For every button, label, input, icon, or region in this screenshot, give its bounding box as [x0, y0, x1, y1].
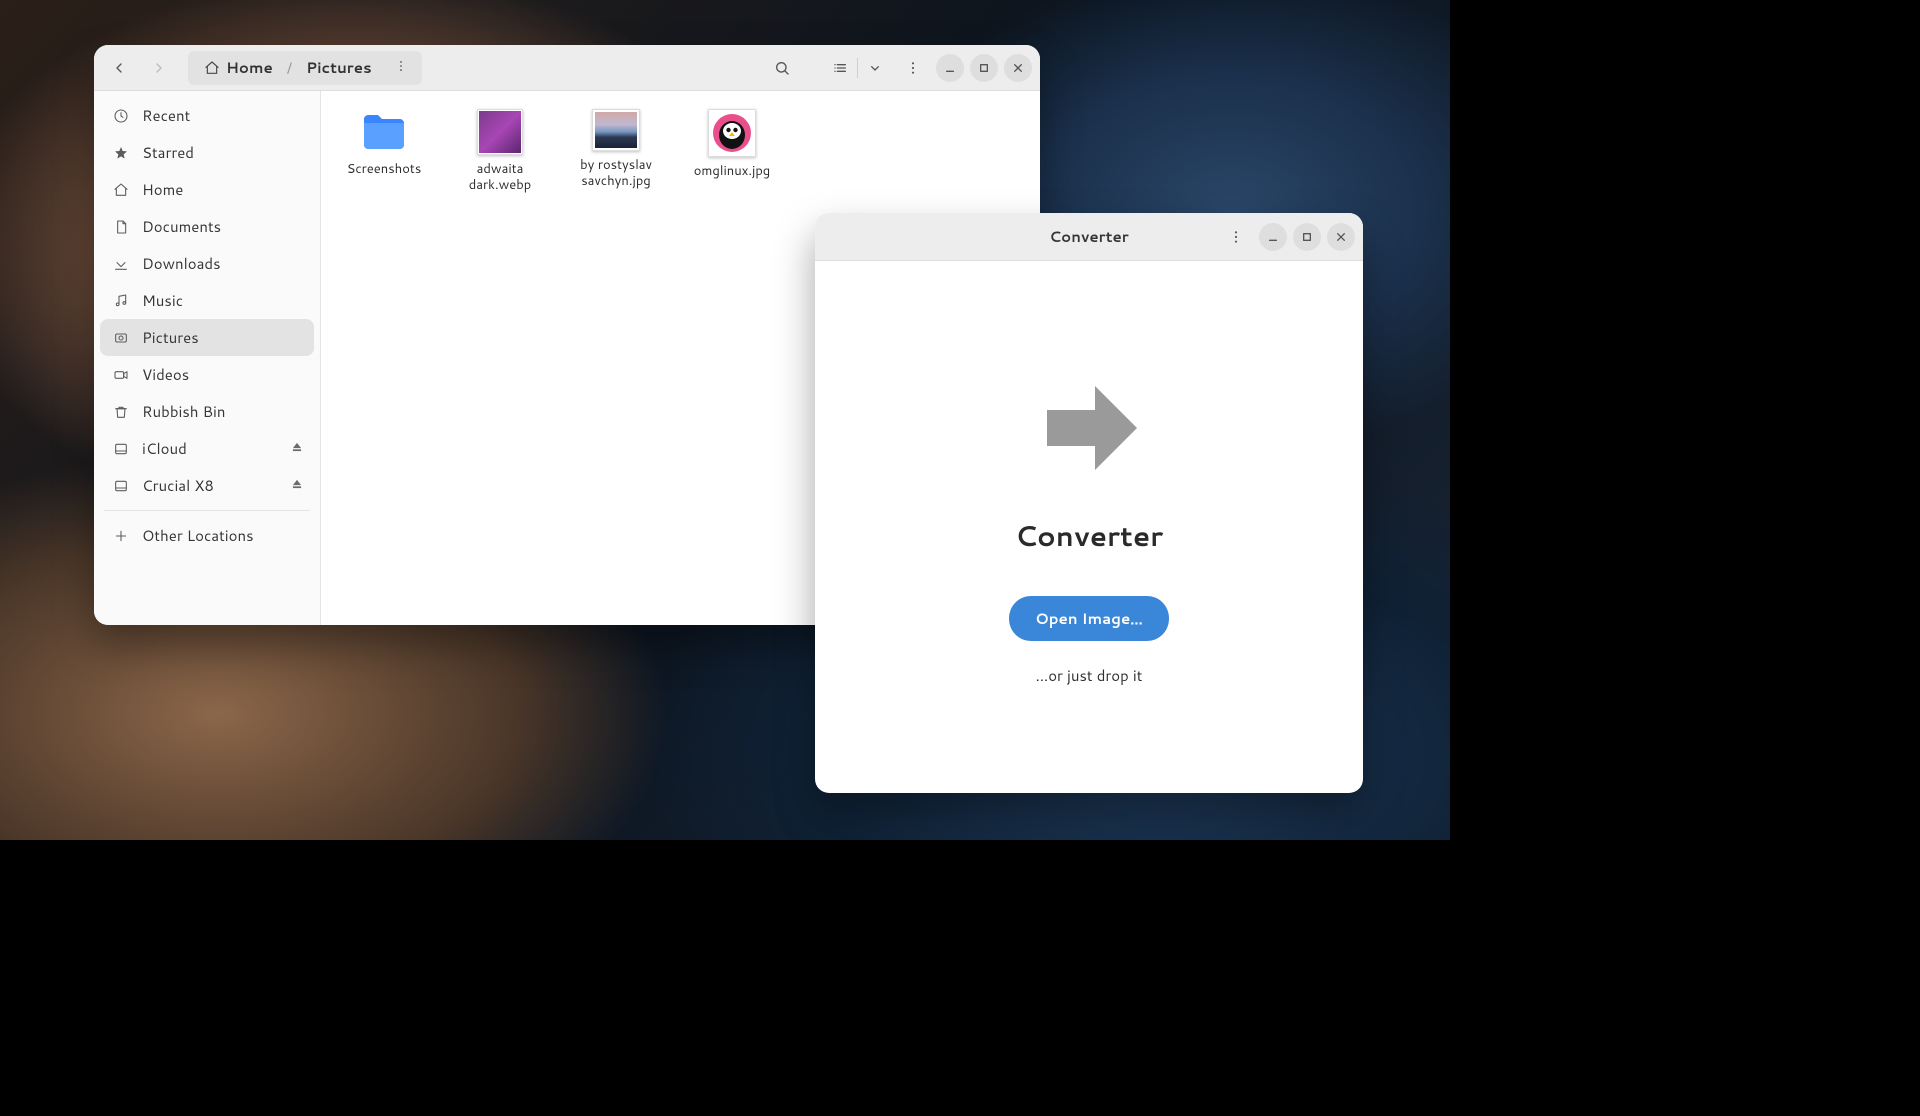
image-thumbnail — [477, 109, 523, 155]
minimize-button[interactable] — [936, 54, 964, 82]
file-label: by rostyslav savchyn.jpg — [567, 157, 665, 190]
back-button[interactable] — [102, 51, 136, 85]
document-icon — [112, 218, 130, 236]
converter-body: Converter Open Image… …or just drop it — [815, 261, 1363, 793]
sidebar-item-crucial[interactable]: Crucial X8 — [100, 467, 314, 504]
breadcrumb-home[interactable]: Home — [198, 55, 279, 80]
file-label: adwaita dark.webp — [451, 161, 549, 194]
plus-icon — [112, 527, 130, 545]
download-icon — [112, 255, 130, 273]
converter-headerbar: Converter — [815, 213, 1363, 261]
folder-screenshots[interactable]: Screenshots — [335, 109, 433, 177]
eject-icon[interactable] — [290, 438, 304, 459]
menu-button[interactable] — [1219, 220, 1253, 254]
sidebar-item-starred[interactable]: Starred — [100, 134, 314, 171]
sidebar-item-label: Rubbish Bin — [142, 401, 225, 422]
converter-window: Converter Converter Open Image… …or just… — [815, 213, 1363, 793]
image-thumbnail — [592, 109, 640, 151]
pictures-icon — [112, 329, 130, 347]
file-rostyslav[interactable]: by rostyslav savchyn.jpg — [567, 109, 665, 190]
breadcrumb-current[interactable]: Pictures — [300, 55, 378, 80]
sidebar-item-pictures[interactable]: Pictures — [100, 319, 314, 356]
image-thumbnail — [708, 109, 756, 157]
search-button[interactable] — [765, 51, 799, 85]
file-omglinux[interactable]: omglinux.jpg — [683, 109, 781, 179]
sidebar-item-label: iCloud — [142, 438, 187, 459]
breadcrumb-home-label: Home — [226, 57, 273, 78]
sidebar-item-icloud[interactable]: iCloud — [100, 430, 314, 467]
sidebar-item-home[interactable]: Home — [100, 171, 314, 208]
sidebar-item-documents[interactable]: Documents — [100, 208, 314, 245]
file-manager-sidebar: Recent Starred Home Documents Downloads … — [94, 91, 321, 625]
sidebar-item-label: Videos — [142, 364, 189, 385]
minimize-button[interactable] — [1259, 223, 1287, 251]
sidebar-item-label: Downloads — [142, 253, 221, 274]
sidebar-item-label: Recent — [142, 105, 190, 126]
sidebar-item-label: Pictures — [142, 327, 199, 348]
view-options-group — [825, 51, 890, 85]
file-label: Screenshots — [347, 161, 422, 177]
forward-button[interactable] — [142, 51, 176, 85]
maximize-button[interactable] — [970, 54, 998, 82]
close-button[interactable] — [1004, 54, 1032, 82]
separator — [857, 58, 858, 78]
sidebar-item-downloads[interactable]: Downloads — [100, 245, 314, 282]
file-adwaita-dark[interactable]: adwaita dark.webp — [451, 109, 549, 194]
path-bar: Home / Pictures — [188, 51, 422, 85]
folder-icon — [360, 109, 408, 155]
file-manager-headerbar: Home / Pictures — [94, 45, 1040, 91]
sidebar-item-label: Documents — [142, 216, 221, 237]
sidebar-item-trash[interactable]: Rubbish Bin — [100, 393, 314, 430]
view-dropdown-button[interactable] — [860, 51, 890, 85]
hamburger-menu-button[interactable] — [896, 51, 930, 85]
sidebar-item-videos[interactable]: Videos — [100, 356, 314, 393]
star-icon — [112, 144, 130, 162]
music-icon — [112, 292, 130, 310]
sidebar-item-recent[interactable]: Recent — [100, 97, 314, 134]
sidebar-item-other-locations[interactable]: Other Locations — [100, 517, 314, 554]
sidebar-item-label: Crucial X8 — [142, 475, 214, 496]
trash-icon — [112, 403, 130, 421]
sidebar-item-label: Home — [142, 179, 183, 200]
maximize-button[interactable] — [1293, 223, 1321, 251]
path-menu-button[interactable] — [390, 55, 412, 80]
breadcrumb-current-label: Pictures — [306, 57, 372, 78]
sidebar-item-label: Starred — [142, 142, 194, 163]
drive-icon — [112, 440, 130, 458]
view-list-button[interactable] — [825, 51, 855, 85]
breadcrumb-separator: / — [287, 57, 292, 78]
sidebar-item-label: Music — [142, 290, 183, 311]
eject-icon[interactable] — [290, 475, 304, 496]
sidebar-divider — [104, 510, 310, 511]
video-icon — [112, 366, 130, 384]
file-label: omglinux.jpg — [694, 163, 771, 179]
close-button[interactable] — [1327, 223, 1355, 251]
converter-heading: Converter — [1015, 516, 1163, 556]
sidebar-item-label: Other Locations — [142, 525, 254, 546]
clock-icon — [112, 107, 130, 125]
home-icon — [112, 181, 130, 199]
drop-hint: …or just drop it — [1036, 665, 1143, 686]
arrow-right-icon — [1029, 368, 1149, 494]
sidebar-item-music[interactable]: Music — [100, 282, 314, 319]
open-image-button[interactable]: Open Image… — [1009, 596, 1169, 641]
drive-icon — [112, 477, 130, 495]
